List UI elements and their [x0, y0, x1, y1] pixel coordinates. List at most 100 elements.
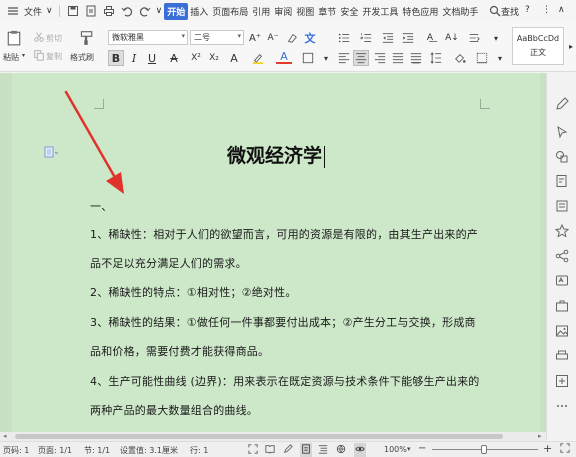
tab-page-layout[interactable]: 页面布局 — [210, 5, 250, 18]
write-mode-icon[interactable] — [283, 444, 293, 456]
fullscreen-icon[interactable] — [248, 444, 258, 456]
tab-chapter[interactable]: 章节 — [316, 5, 338, 18]
paragraph[interactable]: 1、稀缺性：相对于人们的欲望而言，可用的资源是有限的，由其生产出来的产 — [90, 226, 478, 242]
search-button[interactable]: 查找 — [499, 5, 521, 18]
read-mode-icon[interactable] — [265, 444, 275, 456]
align-left-icon[interactable] — [336, 50, 352, 66]
scroll-right-arrow[interactable]: ▸ — [538, 432, 542, 440]
document-page[interactable]: 微观经济学 一、 1、稀缺性：相对于人们的欲望而言，可用的资源是有限的，由其生产… — [12, 73, 540, 440]
paragraph[interactable]: 品和价格，需要付费才能获得商品。 — [90, 343, 269, 359]
italic-button[interactable]: I — [126, 50, 142, 66]
horizontal-scrollbar-thumb[interactable] — [15, 434, 503, 439]
shapes-icon[interactable] — [555, 149, 569, 163]
clear-format-icon[interactable] — [284, 30, 300, 46]
print-icon[interactable] — [102, 4, 116, 18]
sidebar-more-icon[interactable] — [555, 399, 569, 413]
tab-review[interactable]: 审阅 — [272, 5, 294, 18]
line-spacing-icon[interactable] — [428, 50, 444, 66]
zoom-page-icon[interactable] — [555, 374, 569, 388]
ribbon-more-icon[interactable]: ▾ — [492, 50, 508, 66]
tab-doc-assistant[interactable]: 文档助手 — [440, 5, 480, 18]
image-icon[interactable] — [555, 324, 569, 338]
print-preview-icon[interactable] — [555, 349, 569, 363]
status-section[interactable]: 节: 1/1 — [84, 445, 110, 456]
tab-developer[interactable]: 开发工具 — [360, 5, 400, 18]
underline-button[interactable]: U — [144, 50, 160, 66]
text-effect-button[interactable]: A — [226, 50, 242, 66]
style-gallery-more[interactable]: ▸ — [566, 38, 576, 54]
tab-security[interactable]: 安全 — [338, 5, 360, 18]
align-center-icon[interactable] — [353, 50, 369, 66]
ribbon-more-icon[interactable]: ▾ — [318, 50, 334, 66]
zoom-dropdown-icon[interactable]: ▾ — [407, 445, 411, 453]
export-pdf-icon[interactable] — [84, 4, 98, 18]
status-setting-value[interactable]: 设置值: 3.1厘米 — [120, 445, 178, 456]
quick-access-more[interactable]: ∨ — [154, 6, 165, 16]
zoom-slider-thumb[interactable] — [481, 445, 487, 454]
edit-pen-icon[interactable] — [555, 97, 569, 111]
paste-icon[interactable] — [5, 28, 23, 48]
zoom-out-button[interactable]: − — [418, 443, 426, 454]
star-icon[interactable] — [554, 223, 570, 238]
document-title[interactable]: 微观经济学 — [12, 141, 540, 168]
highlight-icon[interactable] — [250, 50, 266, 66]
more-button[interactable]: ⋮ — [540, 5, 553, 15]
paste-caret[interactable]: ▾ — [22, 52, 25, 59]
paragraph[interactable]: 一、 — [90, 198, 112, 214]
file-menu[interactable]: 文件 — [22, 5, 44, 18]
copy-button[interactable]: 复制 — [46, 51, 62, 62]
tab-home[interactable]: 开始 — [164, 2, 189, 20]
increase-indent-icon[interactable] — [400, 30, 416, 46]
save-icon[interactable] — [66, 4, 80, 18]
cut-button[interactable]: 剪切 — [46, 33, 62, 44]
format-painter-icon[interactable] — [78, 29, 94, 47]
share-icon[interactable] — [555, 249, 569, 263]
zoom-in-button[interactable]: + — [543, 442, 552, 455]
paragraph[interactable]: 两种产品的最大数量组合的曲线。 — [90, 402, 258, 418]
font-name-select[interactable]: 微软雅黑 ▾ — [108, 30, 188, 45]
font-size-select[interactable]: 二号 ▾ — [190, 30, 244, 45]
status-page-count[interactable]: 页面: 1/1 — [38, 445, 72, 456]
ribbon-more-icon[interactable]: ▾ — [488, 30, 504, 46]
translate-icon[interactable] — [555, 274, 569, 288]
superscript-button[interactable]: X² — [188, 50, 204, 66]
paragraph[interactable]: 2、稀缺性的特点：①相对性；②绝对性。 — [90, 284, 297, 300]
toolbox-icon[interactable] — [555, 299, 569, 313]
format-painter-button[interactable]: 格式刷 — [70, 52, 94, 63]
scroll-left-arrow[interactable]: ◂ — [3, 432, 7, 440]
select-icon[interactable] — [555, 125, 569, 139]
tab-references[interactable]: 引用 — [250, 5, 272, 18]
paragraph[interactable]: 3、稀缺性的结果：①做任何一件事都要付出成本；②产生分工与交换，形成商 — [90, 314, 476, 330]
bookmark-list-icon[interactable] — [555, 199, 569, 213]
tab-view[interactable]: 视图 — [294, 5, 316, 18]
justify-icon[interactable] — [390, 50, 406, 66]
numbered-list-icon[interactable] — [358, 30, 374, 46]
zoom-level[interactable]: 100% — [384, 445, 407, 454]
file-menu-caret[interactable]: ∨ — [44, 6, 55, 16]
show-marks-icon[interactable] — [466, 30, 482, 46]
outline-view-icon[interactable] — [318, 444, 328, 456]
grow-font-icon[interactable]: A⁺ — [247, 30, 263, 46]
document-check-icon[interactable] — [555, 174, 569, 188]
shading-icon[interactable] — [452, 50, 468, 66]
bold-button[interactable]: B — [108, 50, 124, 66]
bullet-list-icon[interactable] — [336, 30, 352, 46]
shrink-font-icon[interactable]: A⁻ — [265, 30, 281, 46]
eye-protection-icon[interactable] — [354, 443, 366, 457]
borders-icon[interactable] — [474, 50, 490, 66]
tab-insert[interactable]: 插入 — [188, 5, 210, 18]
status-page-number[interactable]: 页码: 1 — [3, 445, 29, 456]
cut-icon[interactable] — [33, 31, 45, 43]
help-button[interactable]: ? — [523, 5, 532, 15]
phonetic-guide-icon[interactable]: 文 — [302, 30, 318, 46]
subscript-button[interactable]: X₂ — [206, 50, 222, 66]
document-workspace[interactable]: 微观经济学 一、 1、稀缺性：相对于人们的欲望而言，可用的资源是有限的，由其生产… — [0, 73, 546, 440]
distributed-icon[interactable] — [408, 50, 424, 66]
paragraph[interactable]: 品不足以充分满足人们的需求。 — [90, 255, 247, 271]
undo-icon[interactable] — [120, 4, 134, 18]
status-row[interactable]: 行: 1 — [190, 445, 208, 456]
tab-features[interactable]: 特色应用 — [400, 5, 440, 18]
fit-window-icon[interactable] — [560, 443, 570, 455]
redo-icon[interactable] — [138, 4, 152, 18]
collapse-ribbon-button[interactable]: ∧ — [556, 5, 567, 15]
